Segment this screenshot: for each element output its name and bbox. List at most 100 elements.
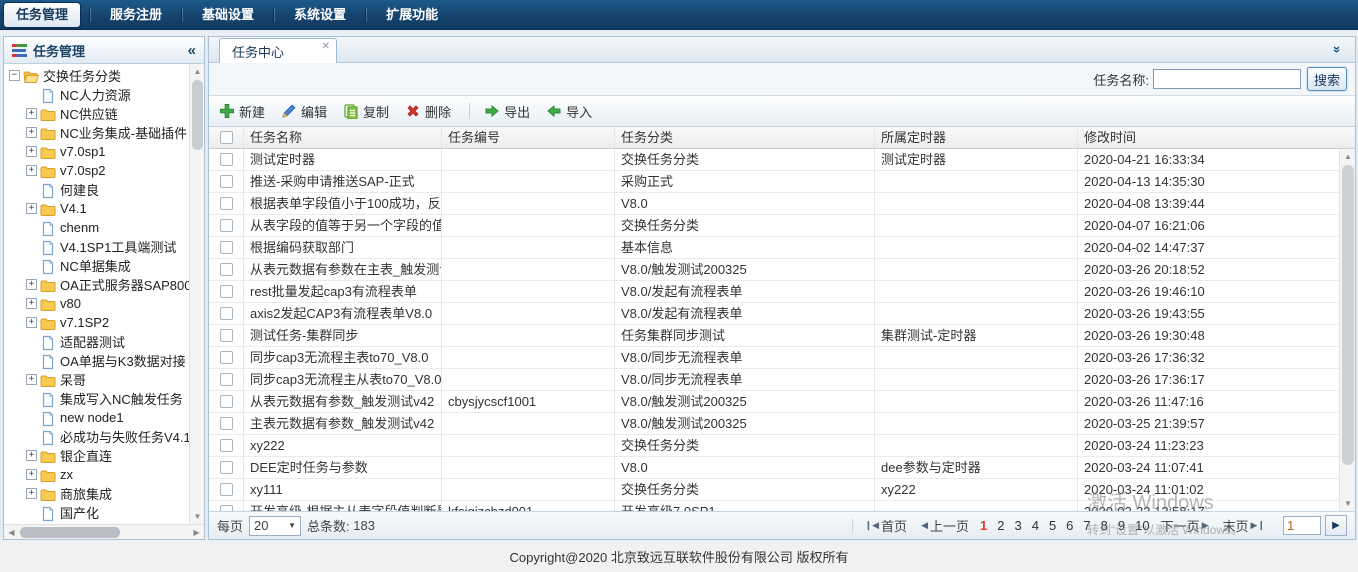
- tree-expander-icon[interactable]: −: [9, 70, 20, 81]
- tree-expander-icon[interactable]: +: [26, 108, 37, 119]
- row-checkbox[interactable]: [219, 439, 233, 452]
- edit-button[interactable]: 编辑: [281, 102, 327, 121]
- search-button[interactable]: 搜索: [1306, 67, 1347, 91]
- nav-item-3[interactable]: 基础设置: [182, 0, 274, 30]
- tree-item[interactable]: NC单据集成: [4, 256, 189, 275]
- row-checkbox[interactable]: [219, 395, 233, 408]
- page-number-3[interactable]: 3: [1014, 518, 1021, 533]
- table-row[interactable]: 开发高级-根据主从表字段值判断是否阻塞kfsjqjzcbzd001开发高级7.0…: [209, 501, 1339, 511]
- row-checkbox[interactable]: [219, 219, 233, 232]
- tree-expander-icon[interactable]: +: [26, 127, 37, 138]
- row-checkbox[interactable]: [219, 153, 233, 166]
- collapse-panel-button[interactable]: «: [188, 42, 196, 59]
- header-task-code[interactable]: 任务编号: [442, 127, 615, 148]
- table-row[interactable]: DEE定时任务与参数 V8.0 dee参数与定时器 2020-03-24 11:07:…: [209, 457, 1339, 479]
- header-task-category[interactable]: 任务分类: [615, 127, 875, 148]
- tree-expander-icon[interactable]: +: [26, 317, 37, 328]
- page-number-9[interactable]: 9: [1118, 518, 1125, 533]
- tree-item[interactable]: 必成功与失败任务V4.1: [4, 427, 191, 446]
- tree-item[interactable]: + NC业务集成-基础插件: [4, 123, 189, 142]
- tree-expander-icon[interactable]: +: [26, 146, 37, 157]
- nav-item-5[interactable]: 扩展功能: [366, 0, 458, 30]
- tree-item[interactable]: + v80: [4, 294, 189, 313]
- tab-task-center[interactable]: 任务中心 ✕: [219, 38, 337, 63]
- tree-expander-icon[interactable]: +: [26, 279, 37, 290]
- tree-vertical-scrollbar[interactable]: ▲ ▼: [189, 64, 204, 524]
- delete-button[interactable]: 删除: [405, 102, 451, 121]
- scroll-down-icon[interactable]: ▼: [1340, 496, 1355, 511]
- page-size-select[interactable]: 20 ▼: [249, 515, 302, 536]
- row-checkbox[interactable]: [219, 329, 233, 342]
- tree-item[interactable]: + 呆哥: [4, 370, 189, 389]
- tree-expander-icon[interactable]: +: [26, 298, 37, 309]
- table-row[interactable]: 测试定时器 交换任务分类 测试定时器 2020-04-21 16:33:34: [209, 149, 1339, 171]
- row-checkbox[interactable]: [219, 285, 233, 298]
- row-checkbox[interactable]: [219, 417, 233, 430]
- scroll-left-icon[interactable]: ◀: [4, 525, 19, 540]
- row-checkbox[interactable]: [219, 175, 233, 188]
- table-row[interactable]: 根据编码获取部门 基本信息 2020-04-02 14:47:37: [209, 237, 1339, 259]
- goto-page-input[interactable]: [1283, 516, 1321, 535]
- nav-item-1[interactable]: 任务管理: [4, 2, 81, 27]
- tree-expander-icon[interactable]: +: [26, 165, 37, 176]
- table-row[interactable]: 根据表单字段值小于100成功，反之抛异常 V8.0 2020-04-08 13:39…: [209, 193, 1339, 215]
- table-row[interactable]: rest批量发起cap3有流程表单 V8.0/发起有流程表单 2020-03-26 …: [209, 281, 1339, 303]
- table-row[interactable]: xy222 交换任务分类 2020-03-24 11:23:23: [209, 435, 1339, 457]
- prev-page-button[interactable]: ◀ 上一页: [919, 516, 969, 535]
- scroll-down-icon[interactable]: ▼: [190, 509, 204, 524]
- copy-button[interactable]: 复制: [343, 102, 389, 121]
- table-vertical-scrollbar[interactable]: ▲ ▼: [1339, 149, 1355, 511]
- select-all-checkbox[interactable]: [219, 131, 233, 144]
- tree-item[interactable]: 何建良: [4, 180, 189, 199]
- tree-item[interactable]: 适配器测试: [4, 332, 189, 351]
- tab-close-icon[interactable]: ✕: [322, 41, 330, 52]
- task-name-input[interactable]: [1152, 69, 1301, 89]
- tree-item[interactable]: + V4.1: [4, 199, 189, 218]
- tree-item[interactable]: + 商旅集成: [4, 484, 189, 503]
- goto-page-button[interactable]: ▶: [1325, 515, 1347, 536]
- next-page-button[interactable]: 下一页 ▶: [1161, 516, 1211, 535]
- table-row[interactable]: 从表元数据有参数_触发测试v42 cbysjycscf1001 V8.0/触发测试2…: [209, 391, 1339, 413]
- scroll-up-icon[interactable]: ▲: [190, 64, 204, 79]
- header-task-name[interactable]: 任务名称: [244, 127, 442, 148]
- tree-item[interactable]: 国产化: [4, 503, 189, 522]
- tree-item[interactable]: new node1: [4, 408, 189, 427]
- page-number-5[interactable]: 5: [1049, 518, 1056, 533]
- table-row[interactable]: 从表字段的值等于另一个字段的值 交换任务分类 2020-04-07 16:21:06: [209, 215, 1339, 237]
- tree-item[interactable]: + v7.1SP2: [4, 313, 189, 332]
- scroll-right-icon[interactable]: ▶: [189, 525, 204, 540]
- page-number-7[interactable]: 7: [1083, 518, 1090, 533]
- page-number-10[interactable]: 10: [1135, 518, 1149, 533]
- tree-horizontal-scrollbar[interactable]: ◀ ▶: [4, 524, 204, 539]
- table-row[interactable]: 主表元数据有参数_触发测试v42 V8.0/触发测试200325 2020-03-2…: [209, 413, 1339, 435]
- table-row[interactable]: 同步cap3无流程主从表to70_V8.0 V8.0/同步无流程表单 2020-03…: [209, 369, 1339, 391]
- row-checkbox[interactable]: [219, 483, 233, 496]
- nav-item-4[interactable]: 系统设置: [274, 0, 366, 30]
- tree-item[interactable]: + 银企直连: [4, 446, 189, 465]
- nav-item-2[interactable]: 服务注册: [90, 0, 182, 30]
- row-checkbox[interactable]: [219, 351, 233, 364]
- tree-item[interactable]: + v7.0sp2: [4, 161, 189, 180]
- page-number-2[interactable]: 2: [997, 518, 1004, 533]
- tree-expander-icon[interactable]: +: [26, 374, 37, 385]
- tree-item[interactable]: chenm: [4, 218, 189, 237]
- tree-item[interactable]: NC人力资源: [4, 85, 189, 104]
- tree-scroll-thumb[interactable]: [192, 80, 203, 150]
- table-row[interactable]: 同步cap3无流程主表to70_V8.0 V8.0/同步无流程表单 2020-03-…: [209, 347, 1339, 369]
- tree-item[interactable]: + v7.0sp1: [4, 142, 189, 161]
- header-modified-time[interactable]: 修改时间: [1078, 127, 1355, 148]
- table-row[interactable]: 从表元数据有参数在主表_触发测试v42 V8.0/触发测试200325 2020-0…: [209, 259, 1339, 281]
- import-button[interactable]: 导入: [546, 102, 592, 121]
- row-checkbox[interactable]: [219, 197, 233, 210]
- row-checkbox[interactable]: [219, 263, 233, 276]
- tree-item[interactable]: OA单据与K3数据对接: [4, 351, 189, 370]
- tree-expander-icon[interactable]: +: [26, 488, 37, 499]
- tree-item[interactable]: + OA正式服务器SAP800: [4, 275, 192, 294]
- row-checkbox[interactable]: [219, 373, 233, 386]
- tree-item[interactable]: 集成写入NC触发任务: [4, 389, 189, 408]
- tree-expander-icon[interactable]: +: [26, 450, 37, 461]
- row-checkbox[interactable]: [219, 241, 233, 254]
- page-number-1[interactable]: 1: [980, 518, 987, 533]
- page-number-8[interactable]: 8: [1101, 518, 1108, 533]
- page-number-4[interactable]: 4: [1032, 518, 1039, 533]
